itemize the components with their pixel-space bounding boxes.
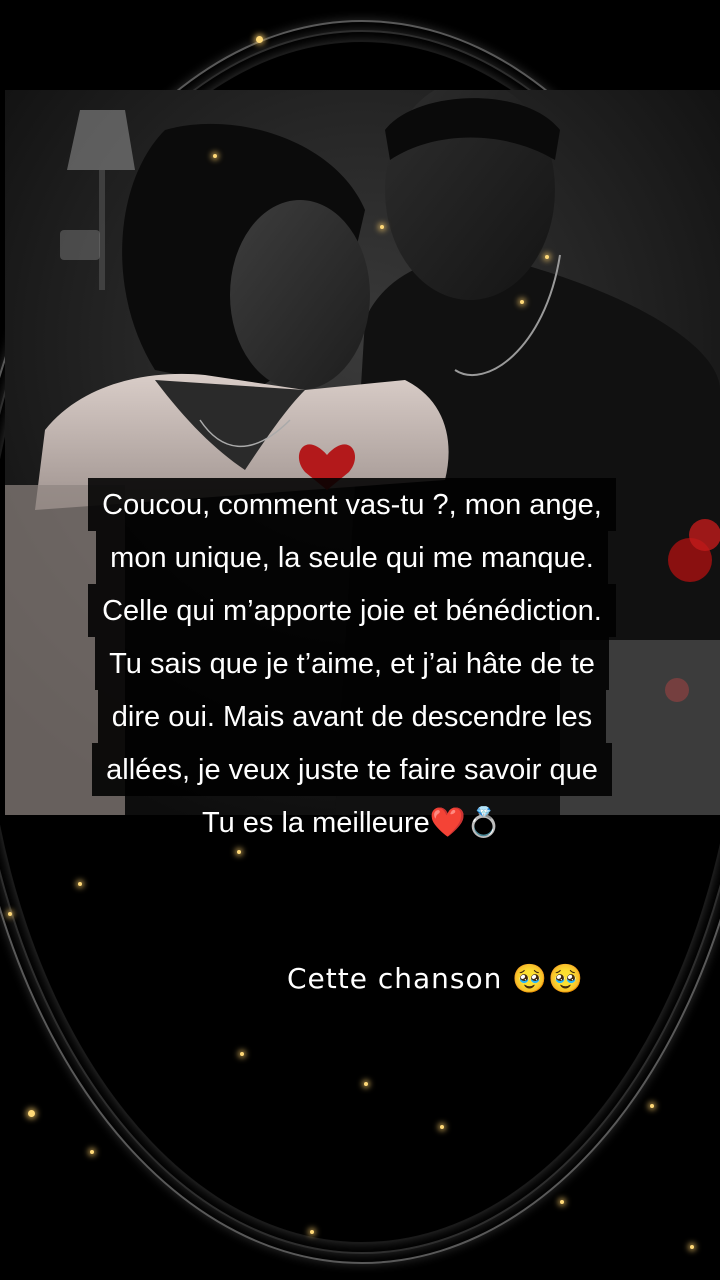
caption-line: allées, je veux juste te faire savoir qu… [92,743,612,796]
sparkle [690,1245,694,1249]
sparkle [364,1082,368,1086]
sparkle [237,850,241,854]
caption-line: Coucou, comment vas-tu ?, mon ange, [88,478,616,531]
sparkle [310,1230,314,1234]
caption-line: mon unique, la seule qui me manque. [96,531,608,584]
sparkle [240,1052,244,1056]
sparkle [650,1104,654,1108]
sparkle [78,882,82,886]
sparkle [8,912,12,916]
sparkle [440,1125,444,1129]
caption-line: dire oui. Mais avant de descendre les [97,690,607,743]
sparkle [520,300,524,304]
sparkle [256,36,263,43]
teary-face-emoji: 🥹🥹 [512,962,585,995]
sparkle [380,225,384,229]
sparkle [560,1200,564,1204]
caption-line: Tu sais que je t’aime, et j’ai hâte de t… [95,637,609,690]
sparkle [90,1150,94,1154]
caption-last-line: Tu es la meilleure❤️💍 [201,807,502,839]
caption-block: Coucou, comment vas-tu ?, mon ange, mon … [18,478,686,842]
sparkle [545,255,549,259]
song-label-text: Cette chanson [287,962,503,995]
song-label: Cette chanson 🥹🥹 [287,962,584,995]
video-frame: Coucou, comment vas-tu ?, mon ange, mon … [0,0,720,1280]
caption-line: Celle qui m’apporte joie et bénédiction. [88,584,616,637]
sparkle [213,154,217,158]
sparkle [28,1110,35,1117]
